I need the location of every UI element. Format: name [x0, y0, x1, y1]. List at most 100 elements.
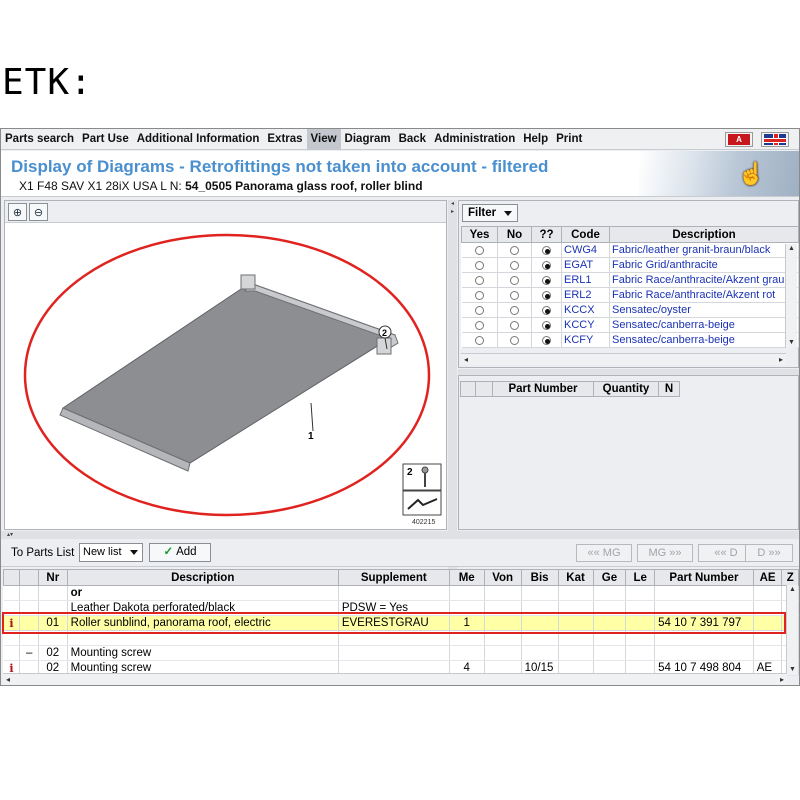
- col-part-number[interactable]: Part Number: [654, 569, 754, 586]
- pn-col-part-number[interactable]: Part Number: [492, 381, 594, 397]
- radio-unknown[interactable]: [542, 290, 551, 300]
- filter-dropdown[interactable]: Filter: [462, 204, 518, 222]
- col-supplement[interactable]: Supplement: [337, 569, 450, 586]
- menu-diagram[interactable]: Diagram: [341, 129, 395, 150]
- next-d-button[interactable]: D »»: [745, 544, 793, 562]
- next-mg-button[interactable]: MG »»: [637, 544, 693, 562]
- scroll-up-icon[interactable]: ▲: [787, 585, 798, 595]
- col-code[interactable]: Code: [561, 226, 610, 243]
- radio-unknown[interactable]: [542, 305, 551, 315]
- scroll-left-icon[interactable]: ◂: [3, 674, 13, 685]
- scroll-down-icon[interactable]: ▼: [786, 338, 797, 348]
- cell-ae: [753, 645, 783, 661]
- callout-2[interactable]: 2: [382, 328, 387, 338]
- add-button[interactable]: ✓ Add: [149, 543, 211, 562]
- info-icon[interactable]: [3, 630, 21, 646]
- callout-1[interactable]: 1: [308, 431, 314, 442]
- filter-row[interactable]: ERL1 Fabric Race/anthracite/Akzent grau: [461, 272, 799, 288]
- menu-view[interactable]: View: [306, 129, 341, 150]
- col-mark[interactable]: [19, 569, 39, 586]
- radio-yes[interactable]: [474, 290, 484, 300]
- roller-blind-diagram[interactable]: 1 2 2: [5, 223, 446, 529]
- pn-col-1[interactable]: [460, 381, 476, 397]
- filter-row[interactable]: EGAT Fabric Grid/anthracite: [461, 257, 799, 273]
- radio-no[interactable]: [510, 320, 519, 330]
- radio-yes[interactable]: [474, 305, 484, 315]
- radio-yes[interactable]: [474, 245, 484, 255]
- pn-col-quantity[interactable]: Quantity: [593, 381, 659, 397]
- scroll-right-icon[interactable]: ▸: [776, 354, 786, 365]
- menu-part-use[interactable]: Part Use: [78, 129, 133, 150]
- radio-no[interactable]: [510, 290, 519, 300]
- scroll-down-icon[interactable]: ▼: [787, 665, 798, 675]
- info-icon[interactable]: i: [3, 615, 21, 631]
- menu-extras[interactable]: Extras: [263, 129, 306, 150]
- parts-row[interactable]: –02 Mounting screw: [3, 645, 799, 661]
- info-icon[interactable]: [3, 645, 21, 661]
- parts-scrollbar[interactable]: ▲ ▼: [786, 585, 798, 675]
- col-bis[interactable]: Bis: [520, 569, 559, 586]
- radio-yes[interactable]: [474, 275, 484, 285]
- menu-administration[interactable]: Administration: [430, 129, 519, 150]
- cell-description: or: [67, 585, 339, 601]
- zoom-in-button[interactable]: ⊕: [8, 203, 27, 221]
- col-z[interactable]: Z: [781, 569, 799, 586]
- col-nr[interactable]: Nr: [37, 569, 68, 586]
- info-icon[interactable]: [3, 600, 21, 616]
- filter-hscrollbar[interactable]: ◂ ▸: [461, 353, 786, 365]
- pn-col-n[interactable]: N: [658, 381, 680, 397]
- filter-scrollbar[interactable]: ▲ ▼: [785, 244, 797, 348]
- radio-no[interactable]: [510, 275, 519, 285]
- radio-no[interactable]: [510, 305, 519, 315]
- info-icon[interactable]: [3, 585, 21, 601]
- radio-unknown[interactable]: [542, 260, 551, 270]
- menu-additional-information[interactable]: Additional Information: [133, 129, 264, 150]
- parts-list-select[interactable]: New list: [79, 543, 143, 562]
- radio-no[interactable]: [510, 335, 519, 345]
- filter-row[interactable]: KCFY Sensatec/canberra-beige: [461, 332, 799, 348]
- menu-parts-search[interactable]: Parts search: [1, 129, 78, 150]
- col-me[interactable]: Me: [448, 569, 485, 586]
- scroll-left-icon[interactable]: ◂: [461, 354, 471, 365]
- filter-row[interactable]: ERL2 Fabric Race/anthracite/Akzent rot: [461, 287, 799, 303]
- col-description[interactable]: Description: [609, 226, 799, 243]
- col-kat[interactable]: Kat: [557, 569, 594, 586]
- parts-hscrollbar[interactable]: ◂ ▸: [3, 673, 787, 685]
- radio-yes[interactable]: [474, 260, 484, 270]
- flag-a-button[interactable]: A: [725, 131, 753, 147]
- radio-unknown[interactable]: [542, 245, 551, 255]
- col-no[interactable]: No: [497, 226, 532, 243]
- col-ge[interactable]: Ge: [592, 569, 627, 586]
- menu-back[interactable]: Back: [395, 129, 431, 150]
- parts-row[interactable]: Leather Dakota perforated/black PDSW = Ye…: [3, 600, 799, 616]
- filter-row[interactable]: KCCX Sensatec/oyster: [461, 302, 799, 318]
- parts-row[interactable]: [3, 630, 799, 646]
- bottom-splitter[interactable]: ▴▾: [1, 531, 799, 539]
- scroll-right-icon[interactable]: ▸: [777, 674, 787, 685]
- radio-unknown[interactable]: [542, 320, 551, 330]
- prev-mg-button[interactable]: «« MG: [576, 544, 632, 562]
- radio-unknown[interactable]: [542, 335, 551, 345]
- filter-row[interactable]: KCCY Sensatec/canberra-beige: [461, 317, 799, 333]
- pn-col-2[interactable]: [475, 381, 493, 397]
- scroll-up-icon[interactable]: ▲: [786, 244, 797, 254]
- col-ae[interactable]: AE: [752, 569, 783, 586]
- radio-yes[interactable]: [474, 320, 484, 330]
- col-description[interactable]: Description: [66, 569, 339, 586]
- col-le[interactable]: Le: [625, 569, 656, 586]
- col-von[interactable]: Von: [483, 569, 522, 586]
- menu-print[interactable]: Print: [552, 129, 586, 150]
- radio-no[interactable]: [510, 245, 519, 255]
- parts-row-selected[interactable]: i 01 Roller sunblind, panorama roof, elect…: [3, 615, 799, 631]
- filter-row[interactable]: CWG4 Fabric/leather granit-braun/black: [461, 242, 799, 258]
- radio-yes[interactable]: [474, 335, 484, 345]
- parts-row[interactable]: or: [3, 585, 799, 601]
- uk-flag-button[interactable]: [761, 131, 789, 147]
- col-info[interactable]: [2, 569, 21, 586]
- radio-no[interactable]: [510, 260, 519, 270]
- col-unknown[interactable]: ??: [531, 226, 562, 243]
- radio-unknown[interactable]: [542, 275, 551, 285]
- col-yes[interactable]: Yes: [461, 226, 498, 243]
- zoom-out-button[interactable]: ⊖: [29, 203, 48, 221]
- menu-help[interactable]: Help: [519, 129, 552, 150]
